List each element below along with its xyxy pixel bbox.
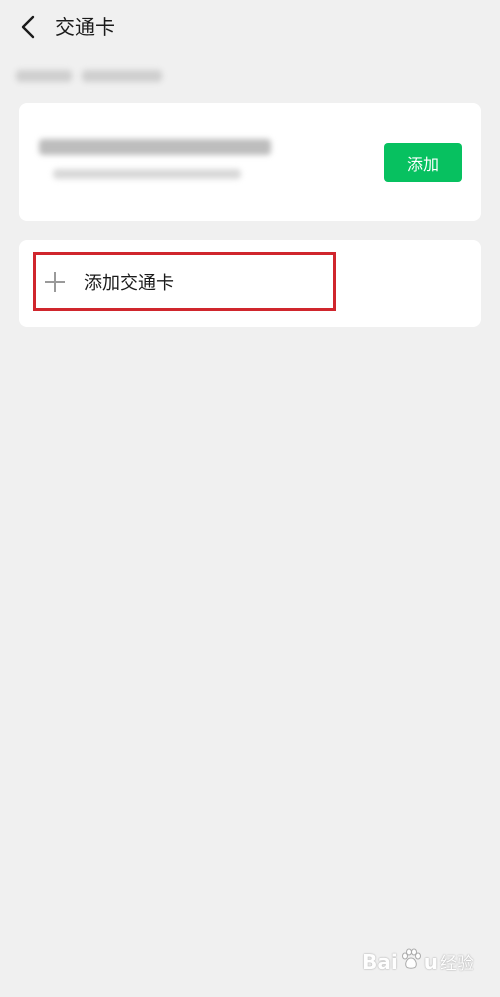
navigation-bar: 交通卡 (0, 0, 500, 56)
paw-icon (400, 948, 422, 975)
chevron-left-icon (21, 15, 35, 39)
recommended-card-info-blurred (39, 139, 271, 179)
add-transit-card-panel: 添加交通卡 (19, 240, 481, 327)
add-transit-card-label: 添加交通卡 (84, 272, 174, 294)
watermark-suffix: 经验 (440, 954, 474, 974)
back-button[interactable] (12, 10, 44, 44)
section-label-blurred (16, 66, 162, 86)
add-transit-card-button[interactable]: 添加交通卡 (33, 252, 336, 311)
baidu-jingyan-watermark: Bai u 经验 (362, 948, 474, 975)
plus-icon (45, 271, 65, 292)
add-button[interactable]: 添加 (384, 143, 462, 182)
watermark-brand-right: u (423, 949, 438, 974)
page-title: 交通卡 (55, 15, 115, 39)
watermark-brand-left: Bai (362, 949, 398, 974)
recommended-card-panel: 添加 (19, 103, 481, 221)
